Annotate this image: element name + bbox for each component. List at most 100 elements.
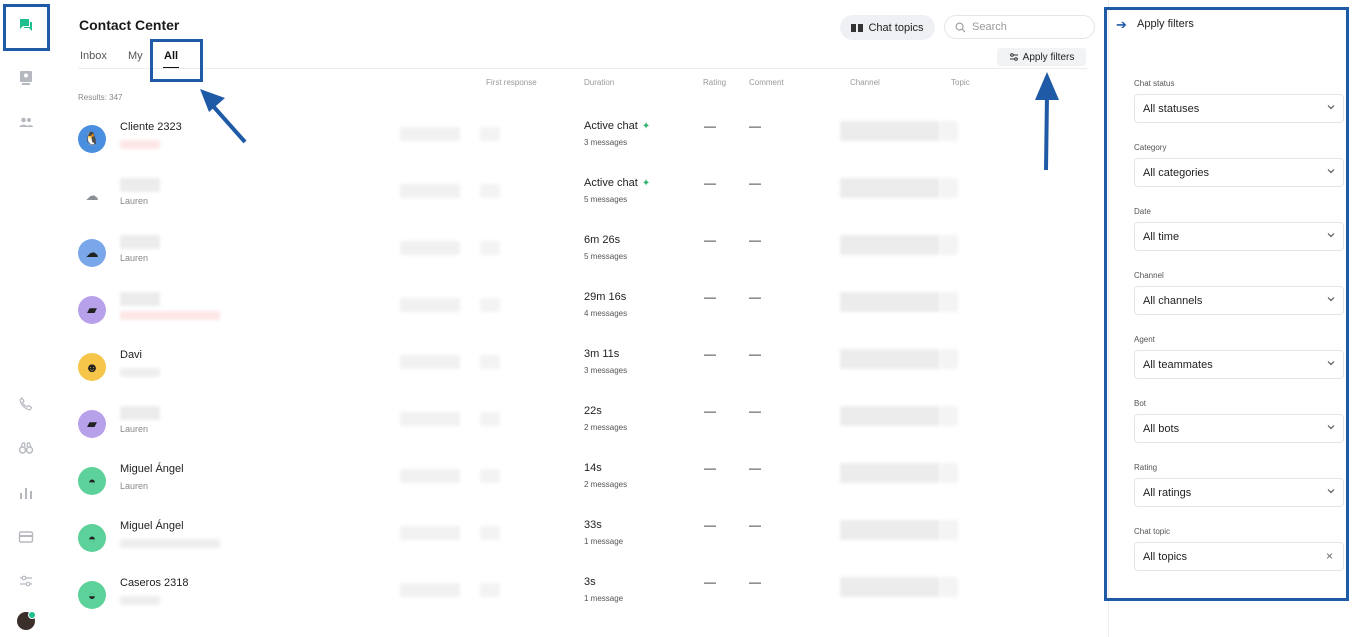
message-count: 2 messages	[584, 423, 628, 432]
blurred-topic	[940, 235, 958, 255]
billing-nav-icon[interactable]	[12, 525, 40, 549]
blurred-channel	[840, 292, 940, 312]
blurred-channel	[840, 349, 940, 369]
blurred-topic	[940, 178, 958, 198]
comment-value: —	[749, 119, 761, 133]
chat-nav-icon[interactable]	[12, 13, 40, 37]
filter-select[interactable]: All categories	[1134, 158, 1344, 187]
duration-text: Active chat ✦	[584, 177, 650, 189]
blurred-contact-name	[120, 406, 160, 420]
blurred-first-response	[480, 355, 500, 369]
conversation-row[interactable]: ☻ Davi 3m 11s 3 messages — —	[78, 343, 1088, 400]
blurred-cell	[400, 583, 460, 597]
note-icon: ▰	[87, 416, 97, 431]
chevron-down-icon	[1327, 297, 1335, 302]
blurred-first-response	[480, 583, 500, 597]
blurred-first-response	[480, 127, 500, 141]
blurred-channel	[840, 577, 940, 597]
search-input[interactable]: Search	[944, 15, 1095, 39]
user-avatar[interactable]	[17, 611, 36, 630]
blurred-first-response	[480, 241, 500, 255]
comment-value: —	[749, 290, 761, 304]
conversation-row[interactable]: ◓ Miguel Ángel 33s 1 message — —	[78, 514, 1088, 571]
blurred-cell	[400, 412, 460, 426]
tab-inbox[interactable]: Inbox	[80, 50, 107, 62]
blurred-cell	[400, 355, 460, 369]
filter-select[interactable]: All time	[1134, 222, 1344, 251]
filter-value: All topics	[1143, 550, 1188, 563]
arrow-right-icon[interactable]: ➔	[1116, 17, 1127, 33]
column-header-comment: Comment	[749, 78, 784, 87]
phone-nav-icon[interactable]	[12, 392, 40, 416]
blurred-contact-name	[120, 178, 160, 192]
conversation-row[interactable]: ☁ Lauren 6m 26s 5 messages — —	[78, 229, 1088, 286]
blurred-cell	[400, 469, 460, 483]
chevron-down-icon	[1327, 169, 1335, 174]
conversation-row[interactable]: ▰ 29m 16s 4 messages — —	[78, 286, 1088, 343]
filter-select[interactable]: All channels	[1134, 286, 1344, 315]
apply-filters-button[interactable]: Apply filters	[997, 48, 1086, 66]
tab-my[interactable]: My	[128, 50, 143, 62]
contacts-nav-icon[interactable]	[12, 66, 40, 90]
contact-subtitle: Lauren	[120, 253, 149, 263]
contact-avatar: ▰	[78, 296, 106, 324]
filter-select[interactable]: All ratings	[1134, 478, 1344, 507]
filter-label: Chat status	[1134, 79, 1175, 88]
contact-avatar: ◓	[78, 524, 106, 552]
conversation-row[interactable]: 🐧 Cliente 2323 Active chat ✦ 3 messages — —	[78, 115, 1088, 172]
settings-sliders-nav-icon[interactable]	[12, 569, 40, 593]
duration-text: 14s	[584, 462, 602, 474]
cloud-icon: ☁	[85, 245, 99, 260]
contact-subtitle: Lauren	[120, 424, 149, 434]
message-count: 5 messages	[584, 252, 628, 261]
column-header-duration: Duration	[584, 78, 615, 87]
rating-value: —	[704, 290, 716, 304]
filter-value: All channels	[1143, 294, 1203, 307]
duration-text: 6m 26s	[584, 234, 620, 246]
results-count: Results: 347	[78, 93, 123, 102]
conversation-row[interactable]: ☁ Lauren Active chat ✦ 5 messages — —	[78, 172, 1088, 229]
chat-topics-button[interactable]: Chat topics	[840, 15, 935, 40]
blurred-cell	[400, 127, 460, 141]
filter-select[interactable]: All teammates	[1134, 350, 1344, 379]
blurred-first-response	[480, 526, 500, 540]
rating-value: —	[704, 461, 716, 475]
conversation-row[interactable]: ◒ Caseros 2318 3s 1 message — —	[78, 571, 1088, 628]
conversation-row[interactable]: ▰ Lauren 22s 2 messages — —	[78, 400, 1088, 457]
blurred-cell	[400, 184, 460, 198]
duration-value: Active chat	[584, 177, 638, 189]
duration-text: 33s	[584, 519, 602, 531]
comment-value: —	[749, 347, 761, 361]
filters-panel-title: Apply filters	[1137, 18, 1194, 30]
filter-select[interactable]: All bots	[1134, 414, 1344, 443]
contact-avatar: ◒	[78, 581, 106, 609]
chat-topics-label: Chat topics	[868, 21, 924, 34]
message-count: 5 messages	[584, 195, 628, 204]
blurred-topic	[940, 292, 958, 312]
filter-select[interactable]: All topics ×	[1134, 542, 1344, 571]
filter-label: Category	[1134, 143, 1167, 152]
message-count: 1 message	[584, 594, 624, 603]
binoculars-nav-icon[interactable]	[12, 436, 40, 460]
filter-select[interactable]: All statuses	[1134, 94, 1344, 123]
filter-label: Rating	[1134, 463, 1158, 472]
chevron-down-icon	[1327, 105, 1335, 110]
contact-avatar: ◓	[78, 467, 106, 495]
clear-icon[interactable]: ×	[1326, 549, 1333, 563]
analytics-nav-icon[interactable]	[12, 481, 40, 505]
conversation-row[interactable]: ◓ Miguel Ángel Lauren 14s 2 messages — —	[78, 457, 1088, 514]
filter-value: All statuses	[1143, 102, 1200, 115]
contact-avatar: ▰	[78, 410, 106, 438]
filter-value: All ratings	[1143, 486, 1192, 499]
contact-avatar: ☻	[78, 353, 106, 381]
duration-value: 29m 16s	[584, 291, 627, 303]
blurred-channel	[840, 178, 940, 198]
team-nav-icon[interactable]	[12, 110, 40, 134]
message-count: 3 messages	[584, 366, 628, 375]
filter-value: All bots	[1143, 422, 1180, 435]
blurred-first-response	[480, 469, 500, 483]
rating-value: —	[704, 176, 716, 190]
tab-all[interactable]: All	[164, 50, 178, 62]
blurred-topic	[940, 121, 958, 141]
duration-value: 3s	[584, 576, 596, 588]
